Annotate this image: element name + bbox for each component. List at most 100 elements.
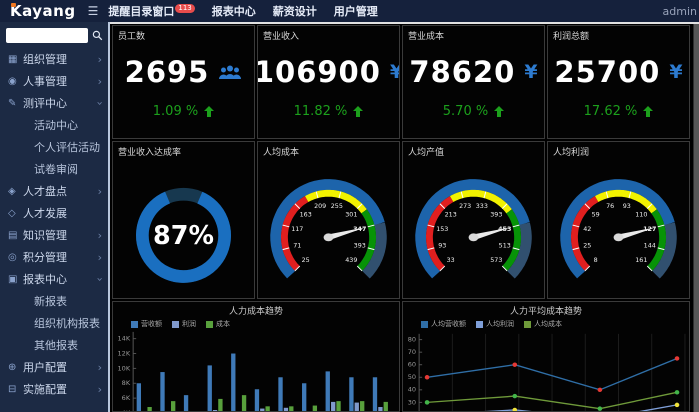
kpi-card-revenue: 营业收入 106900 ¥ 11.82 %: [257, 25, 400, 139]
sidebar-item-knowledge[interactable]: ▤知识管理›: [0, 224, 108, 246]
sidebar-item-exam-review[interactable]: 试卷审阅: [0, 158, 108, 180]
report-icon: ▣: [8, 274, 23, 285]
sidebar-item-label: 个人评估活动: [34, 139, 100, 155]
svg-text:8: 8: [594, 257, 598, 264]
gauge-title: 人均成本: [258, 142, 399, 158]
svg-text:10K: 10K: [118, 364, 131, 372]
kpi-title: 营业成本: [403, 26, 544, 42]
svg-text:59: 59: [592, 211, 600, 218]
sidebar-item-label: 积分管理: [23, 249, 67, 265]
kpi-value: 106900: [257, 55, 381, 89]
svg-text:42: 42: [583, 226, 591, 233]
line-chart-card: 人力平均成本趋势 人均营收额 人均利润 人均成本 807060504030: [402, 301, 690, 412]
sidebar-item-user-config[interactable]: ⊕用户配置›: [0, 356, 108, 378]
sidebar-item-talent-development[interactable]: ◇人才发展: [0, 202, 108, 224]
bar-chart-svg: 14K12K10K8K6K4K: [113, 329, 399, 412]
gauge-card-output-per-capita: 人均产值 3393153213273333393453513573: [402, 141, 545, 299]
svg-text:273: 273: [459, 203, 471, 210]
sidebar-item-label: 活动中心: [34, 117, 78, 133]
content-scrollbar[interactable]: [693, 24, 699, 412]
kpi-change: 17.62 %: [584, 104, 638, 119]
sidebar-item-label: 试卷审阅: [34, 161, 78, 177]
chevron-down-icon: ›: [93, 101, 106, 105]
legend-item-revenue-per-capita[interactable]: 人均营收额: [421, 319, 466, 329]
sidebar-item-label: 组织管理: [23, 51, 67, 67]
user-config-icon: ⊕: [8, 362, 23, 373]
top-navbar: Kayang ☰ 提醒目录窗口113 报表中心 薪资设计 用户管理 admin: [0, 0, 699, 22]
kpi-value: 78620: [409, 55, 515, 89]
up-arrow-icon: [204, 106, 214, 117]
svg-text:255: 255: [331, 203, 343, 210]
sidebar-item-org[interactable]: ▦组织管理›: [0, 48, 108, 70]
svg-text:76: 76: [606, 203, 614, 210]
svg-text:209: 209: [314, 203, 326, 210]
nav-item-report-center[interactable]: 报表中心: [212, 3, 256, 19]
yuan-icon: ¥: [524, 61, 537, 83]
sidebar-item-talent-inventory[interactable]: ◈人才盘点›: [0, 180, 108, 202]
sidebar-item-evaluation-center[interactable]: ✎测评中心›: [0, 92, 108, 114]
svg-text:14K: 14K: [118, 335, 131, 343]
implementation-icon: ⊟: [8, 384, 23, 395]
kpi-card-profit: 利润总额 25700 ¥ 17.62 %: [547, 25, 690, 139]
kpi-change: 1.09 %: [153, 104, 198, 119]
chevron-right-icon: ›: [98, 75, 102, 88]
donut-card: 营业收入达成率 87%: [112, 141, 255, 299]
kpi-card-employees: 员工数 2695 1.09 %: [112, 25, 255, 139]
svg-text:110: 110: [635, 211, 647, 218]
sidebar-item-report-center[interactable]: ▣报表中心›: [0, 268, 108, 290]
svg-text:33: 33: [447, 257, 455, 264]
kpi-title: 利润总额: [548, 26, 689, 42]
hamburger-icon[interactable]: ☰: [88, 4, 99, 18]
sidebar-menu: ▦组织管理›◉人事管理›✎测评中心›活动中心个人评估活动试卷审阅◈人才盘点›◇人…: [0, 48, 108, 400]
nav-item-reminder[interactable]: 提醒目录窗口113: [108, 3, 194, 19]
up-arrow-icon: [494, 106, 504, 117]
sidebar-item-other-reports[interactable]: 其他报表: [0, 334, 108, 356]
gauge-chart: 82542597693110127144161: [548, 158, 689, 299]
dashboard-grid: 员工数 2695 1.09 % 营业收入 106900: [112, 25, 690, 412]
sidebar-item-personal-evaluation[interactable]: 个人评估活动: [0, 136, 108, 158]
evaluation-icon: ✎: [8, 98, 23, 109]
gauge-title: 人均利润: [548, 142, 689, 158]
dashboard-content: 员工数 2695 1.09 % 营业收入 106900: [110, 22, 699, 412]
sidebar-item-hr[interactable]: ◉人事管理›: [0, 70, 108, 92]
sidebar-item-activity-center[interactable]: 活动中心: [0, 114, 108, 136]
sidebar-item-points[interactable]: ◎积分管理›: [0, 246, 108, 268]
logo-flame-icon: [11, 3, 16, 7]
search-icon[interactable]: [92, 29, 103, 42]
legend-item-profit[interactable]: 利润: [172, 319, 196, 329]
gauge-card-cost-per-capita: 人均成本 2571117163209255301347393439: [257, 141, 400, 299]
sidebar-item-implementation-config[interactable]: ⊟实施配置›: [0, 378, 108, 400]
gauge-chart: 3393153213273333393453513573: [403, 158, 544, 299]
notification-badge: 113: [175, 4, 194, 13]
app-logo[interactable]: Kayang: [0, 2, 84, 20]
svg-text:393: 393: [354, 243, 366, 250]
svg-text:60: 60: [408, 361, 416, 369]
svg-text:50: 50: [408, 373, 416, 381]
sidebar-item-label: 实施配置: [23, 381, 67, 397]
username[interactable]: admin: [663, 5, 697, 18]
sidebar-item-label: 组织机构报表: [34, 315, 100, 331]
svg-text:333: 333: [476, 203, 488, 210]
svg-text:40: 40: [408, 386, 416, 394]
kpi-change: 11.82 %: [294, 104, 348, 119]
line-chart-title: 人力平均成本趋势: [403, 302, 689, 317]
sidebar-item-new-report[interactable]: 新报表: [0, 290, 108, 312]
svg-text:25: 25: [583, 243, 591, 250]
legend-item-cost-per-capita[interactable]: 人均成本: [524, 319, 562, 329]
sidebar-item-label: 报表中心: [23, 271, 67, 287]
svg-text:93: 93: [438, 243, 446, 250]
navbar-menu: 提醒目录窗口113 报表中心 薪资设计 用户管理: [108, 3, 377, 19]
development-icon: ◇: [8, 208, 23, 219]
sidebar: ▦组织管理›◉人事管理›✎测评中心›活动中心个人评估活动试卷审阅◈人才盘点›◇人…: [0, 22, 110, 412]
nav-item-salary-design[interactable]: 薪资设计: [273, 3, 317, 19]
svg-text:144: 144: [644, 243, 656, 250]
legend-item-revenue[interactable]: 营收额: [131, 319, 162, 329]
sidebar-search-input[interactable]: [6, 28, 88, 43]
nav-item-user-management[interactable]: 用户管理: [334, 3, 378, 19]
sidebar-item-org-reports[interactable]: 组织机构报表: [0, 312, 108, 334]
svg-text:8K: 8K: [122, 379, 131, 387]
legend-item-profit-per-capita[interactable]: 人均利润: [476, 319, 514, 329]
legend-item-cost[interactable]: 成本: [206, 319, 230, 329]
chevron-right-icon: ›: [98, 53, 102, 66]
svg-text:12K: 12K: [118, 350, 131, 358]
